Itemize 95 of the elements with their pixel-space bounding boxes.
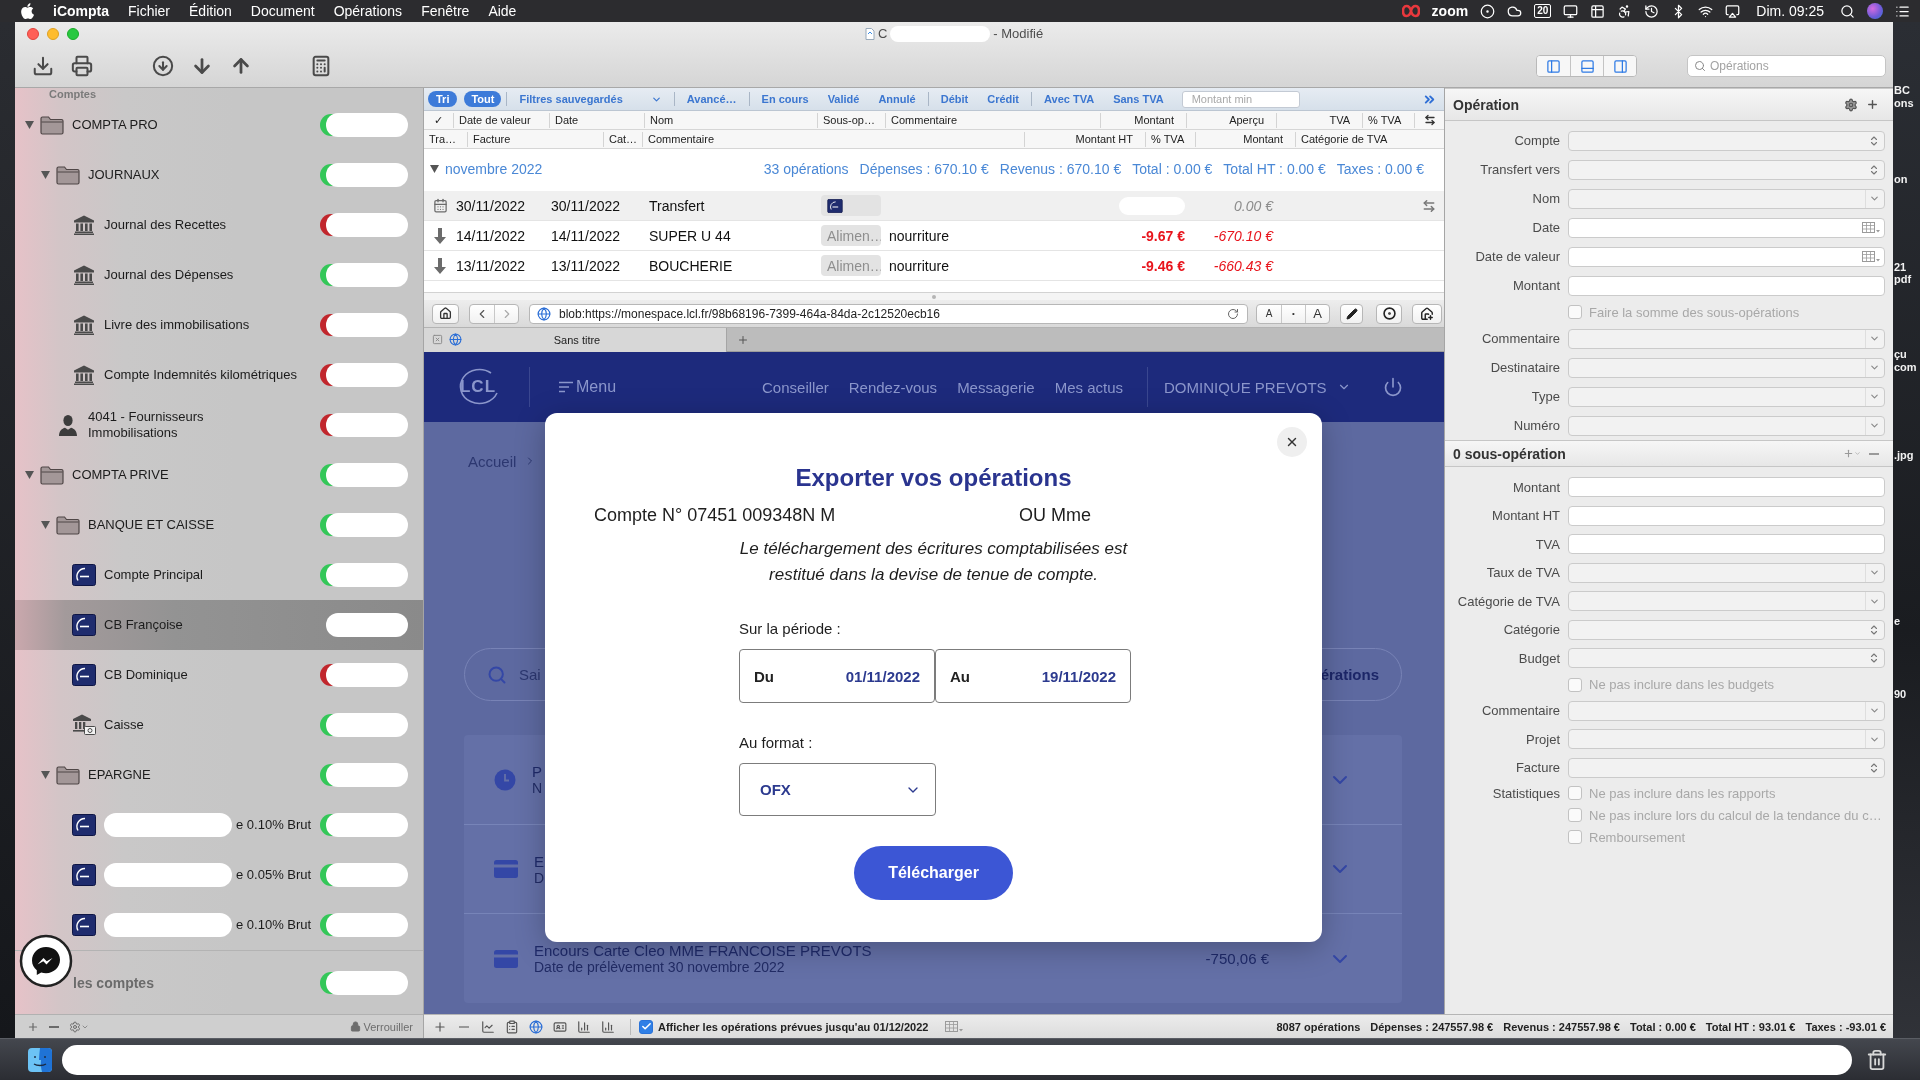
table-cell-text: 13/11/2022	[551, 257, 622, 274]
amount-text: -9.46 €	[1141, 257, 1185, 274]
field-label: Date	[1531, 220, 1560, 235]
summary-text: Dépenses : 247557.98 €	[1370, 1020, 1494, 1033]
field-label: Destinataire	[1489, 360, 1560, 375]
account-name: Journal des Dépenses	[104, 267, 234, 283]
group-summary-text: Dépenses : 670.10 €	[859, 161, 989, 177]
account-number-text: Compte N° 07451 009348N M	[594, 504, 837, 526]
table-cell-text: 30/11/2022	[551, 197, 622, 214]
account-name: Compte Indemnités kilométriques	[104, 367, 297, 383]
tab-title: Sans titre	[552, 333, 602, 346]
group-summary-text: 33 opérations	[763, 161, 849, 177]
field-label: Commentaire	[1480, 331, 1560, 346]
section-title: Opération	[1453, 96, 1520, 113]
item-subtitle: N	[532, 780, 543, 796]
format-label: Au format :	[739, 733, 813, 753]
field-label: Catégorie de TVA	[1456, 593, 1560, 609]
window-title-status: - Modifié	[993, 26, 1044, 42]
table-cell-text: Transfert	[649, 197, 706, 214]
account-holder-text: OU Mme	[1019, 504, 1092, 526]
field-label: Statistiques	[1491, 785, 1560, 801]
period-label: Sur la période :	[739, 619, 841, 639]
account-name: e 0.10% Brut	[236, 917, 312, 933]
account-name: Livre des immobilisations	[104, 317, 250, 333]
table-cell-text: nourriture	[889, 227, 950, 244]
summary-text: Taxes : -93.01 €	[1805, 1020, 1886, 1033]
field-label: Commentaire	[1480, 703, 1560, 719]
item-title: P	[532, 763, 543, 780]
table-cell-text: -660.43 €	[1212, 257, 1273, 274]
field-label: Montant HT	[1491, 508, 1560, 524]
account-name: BANQUE ET CAISSE	[88, 517, 215, 533]
table-cell-text: nourriture	[889, 257, 950, 274]
table-cell-text: 30/11/2022	[456, 197, 527, 214]
field-label: Budget	[1517, 650, 1560, 666]
table-cell-text: BOUCHERIE	[649, 257, 734, 274]
item-amount: -750,06 €	[1205, 950, 1269, 967]
dialog-title: Exporter vos opérations	[794, 463, 1073, 493]
field-label: Catégorie	[1502, 622, 1560, 638]
account-name: Caisse	[104, 717, 144, 733]
date-field-label: Du	[754, 667, 774, 685]
summary-text: Total HT : 93.01 €	[1705, 1020, 1796, 1033]
field-label: Montant	[1512, 479, 1560, 495]
field-label: Facture	[1514, 760, 1560, 776]
table-cell-text: 0.00 €	[1233, 197, 1273, 214]
account-name: EPARGNE	[88, 767, 151, 783]
item-subtitle: D	[534, 869, 545, 886]
account-name: 4041 - Fournisseurs Immobilisations	[88, 409, 205, 441]
field-label: TVA	[1534, 536, 1560, 552]
field-label: Date de valeur	[1474, 249, 1560, 264]
field-label: Numéro	[1512, 418, 1560, 433]
field-label: Projet	[1525, 731, 1560, 747]
checkbox-label: Ne pas inclure dans les rapports	[1589, 785, 1776, 801]
group-summary-text: Total HT : 0.00 €	[1223, 161, 1326, 177]
field-label: Transfert vers	[1479, 162, 1560, 177]
field-label: Type	[1530, 389, 1560, 404]
date-field-value: 01/11/2022	[845, 667, 920, 685]
date-field-value: 19/11/2022	[1041, 667, 1116, 685]
sidebar-heading: Comptes	[48, 88, 98, 100]
field-label: Taux de TVA	[1485, 565, 1560, 581]
checkbox-label: Ne pas inclure dans les budgets	[1589, 677, 1774, 692]
checkbox-label: Faire la somme des sous-opérations	[1589, 304, 1800, 320]
item-subtitle: Date de prélèvement 30 novembre 2022	[534, 959, 786, 975]
group-summary-text: Taxes : 0.00 €	[1336, 161, 1424, 177]
account-name: COMPTA PRO	[72, 117, 158, 133]
field-label: Compte	[1513, 133, 1560, 148]
table-cell-text: SUPER U 44	[649, 227, 732, 244]
notice-text: Le téléchargement des écritures comptabilisées est restitué dans la devise de tenue de compte.	[738, 538, 1129, 586]
account-name: JOURNAUX	[88, 167, 160, 183]
account-name: CB Françoise	[104, 617, 183, 633]
account-name: Compte Principal	[104, 567, 203, 583]
table-cell-text: 14/11/2022	[456, 227, 527, 244]
table-cell-text: -670.10 €	[1212, 227, 1273, 244]
table-cell-text: 14/11/2022	[551, 227, 622, 244]
summary-text: Total : 0.00 €	[1630, 1020, 1696, 1033]
date-field-label: Au	[950, 667, 970, 685]
item-title: Encours Carte Cleo MME FRANCOISE PREVOTS	[534, 942, 872, 959]
account-name: e 0.10% Brut	[236, 817, 312, 833]
account-name: Journal des Recettes	[104, 217, 227, 233]
checkbox-label: Remboursement	[1589, 829, 1686, 845]
account-name: e 0.05% Brut	[236, 867, 312, 883]
group-summary-text: Revenus : 670.10 €	[999, 161, 1122, 177]
summary-text: Revenus : 247557.98 €	[1503, 1020, 1620, 1033]
group-summary-text: Total : 0.00 €	[1132, 161, 1213, 177]
account-name: COMPTA PRIVE	[72, 467, 169, 483]
section-title: 0 sous-opération	[1453, 445, 1566, 462]
amount-text: -9.67 €	[1141, 227, 1185, 244]
checkbox-label: Afficher les opérations prévues jusqu'au 01/12/2022	[658, 1020, 929, 1033]
window-title: C	[877, 26, 888, 42]
checkbox-label: Ne pas inclure lors du calcul de la tendance du c…	[1589, 807, 1882, 823]
item-title: E	[534, 852, 545, 870]
summary-text: 8087 opérations	[1276, 1020, 1361, 1033]
account-name: CB Dominique	[104, 667, 188, 683]
field-label: Montant	[1512, 278, 1560, 293]
field-label: Nom	[1531, 191, 1560, 206]
table-cell-text: 13/11/2022	[456, 257, 527, 274]
